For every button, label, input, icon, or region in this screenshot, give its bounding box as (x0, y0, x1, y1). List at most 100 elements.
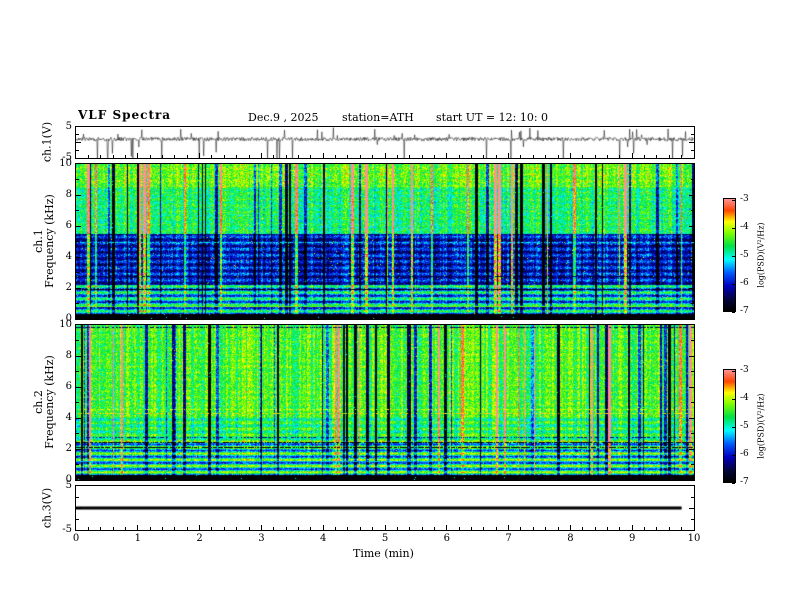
tick-mark (174, 155, 176, 158)
tick-mark (483, 155, 485, 158)
tick-mark (76, 371, 79, 372)
tick-mark (569, 153, 571, 158)
tick-mark (149, 155, 151, 158)
tick-mark (76, 149, 79, 151)
tick-mark (335, 477, 337, 480)
tick-mark (732, 398, 735, 400)
tick-label: -5 (740, 250, 749, 260)
tick-mark (689, 355, 694, 357)
tick-mark (76, 210, 79, 211)
tick-mark (76, 303, 79, 304)
tick-mark (433, 527, 435, 530)
tick-label: 2 (196, 533, 203, 544)
tick-mark (691, 272, 694, 273)
tick-mark (681, 477, 683, 480)
tick-mark (569, 525, 571, 530)
tick-mark (421, 316, 423, 319)
tick-mark (545, 527, 547, 530)
tick-label: 6 (65, 220, 72, 231)
tick-mark (359, 155, 361, 158)
tick-mark (668, 316, 670, 319)
tick-mark (236, 527, 238, 530)
tick-label: 8 (65, 189, 72, 200)
tick-mark (199, 153, 201, 158)
tick-mark (223, 316, 225, 319)
tick-mark (273, 477, 275, 480)
tick-mark (557, 477, 559, 480)
tick-mark (76, 464, 79, 465)
tick-mark (582, 527, 584, 530)
tick-mark (557, 155, 559, 158)
tick-mark (396, 155, 398, 158)
tick-mark (656, 155, 658, 158)
tick-mark (76, 272, 79, 273)
tick-label: 5 (65, 121, 72, 132)
tick-mark (689, 225, 694, 227)
tick-mark (606, 527, 608, 530)
tick-mark (76, 518, 79, 520)
tick-mark (87, 316, 89, 319)
tick-mark (76, 355, 81, 357)
tick-mark (347, 527, 349, 530)
tick-mark (310, 527, 312, 530)
tick-mark (689, 507, 694, 509)
tick-mark (656, 316, 658, 319)
tick-label: 2 (65, 443, 72, 454)
tick-label: 3 (258, 533, 265, 544)
tick-mark (691, 464, 694, 465)
tick-mark (483, 477, 485, 480)
tick-mark (520, 155, 522, 158)
tick-mark (471, 316, 473, 319)
tick-mark (285, 155, 287, 158)
tick-mark (619, 477, 621, 480)
header-station: station=ATH (342, 111, 414, 124)
tick-mark (594, 155, 596, 158)
tick-label: 9 (629, 533, 636, 544)
tick-mark (458, 477, 460, 480)
tick-mark (137, 153, 139, 158)
tick-mark (691, 518, 694, 520)
tick-mark (248, 527, 250, 530)
tick-mark (87, 527, 89, 530)
colorbar-ch2 (723, 369, 736, 484)
tick-label: 10 (59, 158, 72, 169)
tick-mark (689, 142, 694, 143)
tick-mark (594, 316, 596, 319)
tick-mark (495, 316, 497, 319)
tick-mark (471, 477, 473, 480)
tick-mark (619, 155, 621, 158)
tick-mark (76, 287, 81, 289)
tick-mark (100, 477, 102, 480)
tick-mark (236, 477, 238, 480)
ch3-waveform-canvas (76, 486, 694, 530)
tick-mark (248, 155, 250, 158)
tick-mark (322, 314, 324, 319)
tick-mark (199, 525, 201, 530)
tick-mark (335, 527, 337, 530)
tick-mark (631, 314, 633, 319)
tick-mark (689, 448, 694, 450)
tick-mark (162, 527, 164, 530)
tick-mark (384, 153, 386, 158)
panel-ch3-waveform (75, 485, 695, 531)
tick-mark (508, 314, 510, 319)
tick-mark (260, 475, 262, 480)
ylabel-ch2-frequency: ch.2 Frequency (kHz) (32, 355, 56, 449)
tick-mark (483, 316, 485, 319)
tick-mark (606, 316, 608, 319)
tick-mark (124, 316, 126, 319)
ch1-spectrogram-canvas (76, 164, 694, 319)
tick-mark (569, 314, 571, 319)
tick-mark (520, 477, 522, 480)
tick-mark (211, 477, 213, 480)
ylabel-ch2-line2: Frequency (kHz) (43, 355, 56, 449)
tick-mark (471, 527, 473, 530)
tick-mark (644, 155, 646, 158)
colorbar-ch1 (723, 198, 736, 313)
tick-mark (409, 155, 411, 158)
tick-mark (732, 454, 735, 456)
tick-mark (421, 527, 423, 530)
tick-mark (691, 149, 694, 151)
tick-mark (508, 525, 510, 530)
tick-mark (297, 477, 299, 480)
